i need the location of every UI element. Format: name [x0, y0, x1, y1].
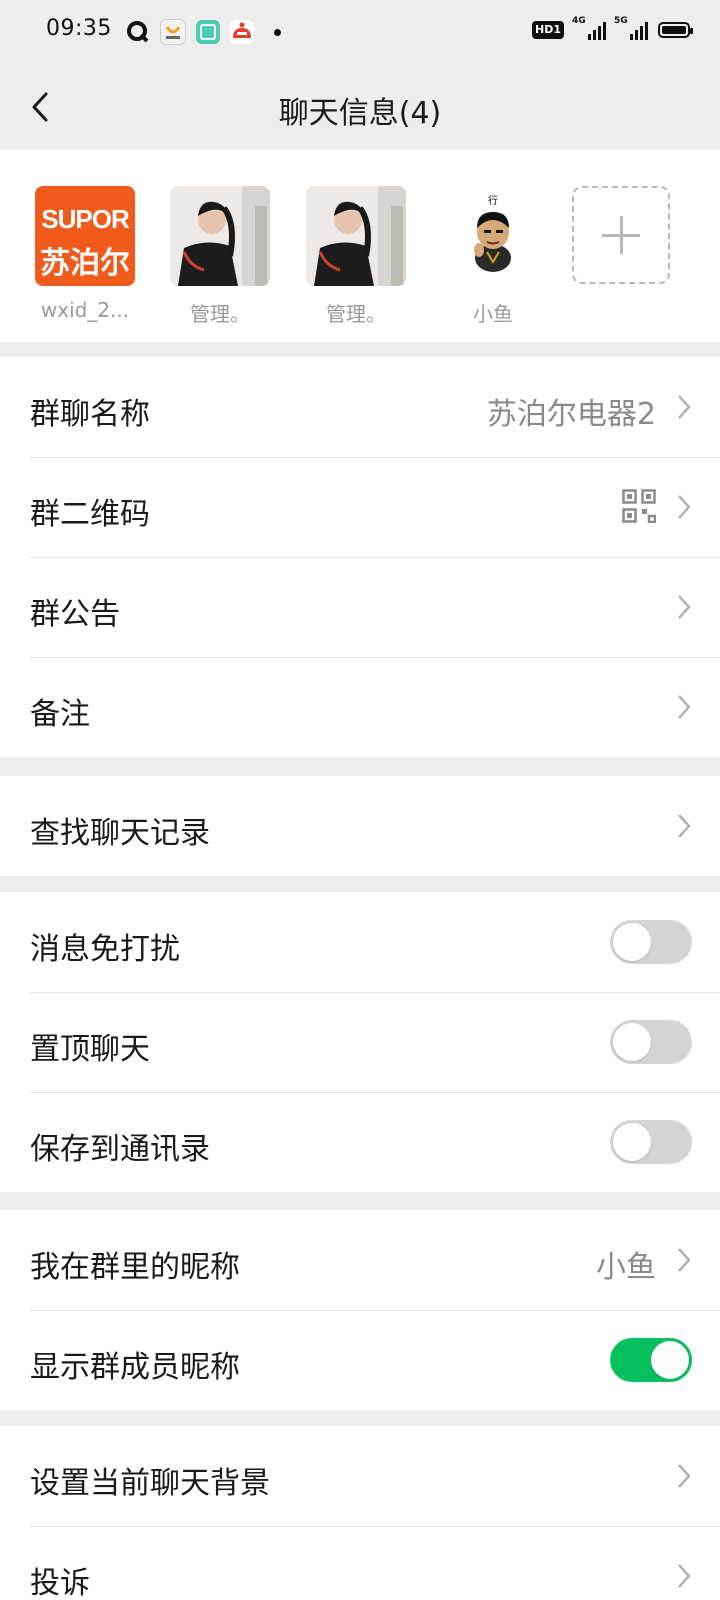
complain-label: 投诉 [30, 1566, 90, 1600]
chat-background-label: 设置当前聊天背景 [30, 1466, 270, 1501]
settings-group-misc: 设置当前聊天背景 投诉 [0, 1426, 720, 1600]
member-grid: SUPOR 苏泊尔 wxid_2... 管理。 管理。 行 小鱼 [0, 150, 720, 342]
pin-chat-label: 置顶聊天 [30, 1032, 150, 1067]
chevron-right-icon [678, 395, 691, 419]
save-contacts-toggle[interactable] [610, 1120, 692, 1164]
status-bar: 09:35 HD1 4G 5G [0, 0, 720, 64]
member-name: 小鱼 [473, 302, 513, 326]
show-nickname-label: 显示群成员昵称 [30, 1350, 240, 1385]
chat-background-row[interactable]: 设置当前聊天背景 [0, 1426, 720, 1526]
group-qrcode-row[interactable]: 群二维码 [0, 457, 720, 557]
member-name: 管理。 [326, 302, 386, 326]
pin-chat-toggle[interactable] [610, 1020, 692, 1064]
settings-group-nickname: 我在群里的昵称 小鱼 显示群成员昵称 [0, 1210, 720, 1410]
chevron-right-icon [678, 1464, 691, 1488]
save-contacts-row: 保存到通讯录 [0, 1092, 720, 1192]
group-notice-label: 群公告 [30, 597, 120, 632]
mute-label: 消息免打扰 [30, 932, 180, 967]
red-app-icon [230, 20, 254, 44]
add-member-button[interactable] [572, 186, 672, 284]
member-name: 管理。 [190, 302, 250, 326]
group-name-label: 群聊名称 [30, 397, 150, 432]
my-nickname-label: 我在群里的昵称 [30, 1250, 240, 1285]
show-nickname-row: 显示群成员昵称 [0, 1310, 720, 1410]
chevron-right-icon [678, 695, 691, 719]
battery-icon [658, 22, 693, 38]
signal-5g-icon: 5G [614, 16, 648, 40]
chevron-right-icon [678, 814, 691, 838]
save-contacts-label: 保存到通讯录 [30, 1132, 210, 1167]
my-nickname-value: 小鱼 [596, 1250, 656, 1285]
mute-row: 消息免打扰 [0, 892, 720, 992]
status-app-icons [126, 19, 281, 45]
signal-4g-icon: 4G [572, 16, 606, 40]
nav-bar: 聊天信息(4) [0, 64, 720, 150]
remark-row[interactable]: 备注 [0, 657, 720, 757]
member-item[interactable]: 管理。 [170, 186, 270, 327]
search-history-label: 查找聊天记录 [30, 816, 210, 851]
member-name: wxid_2... [40, 298, 130, 322]
plus-icon [572, 186, 670, 284]
q-app-icon [126, 20, 150, 44]
cartoon-avatar: 行 [443, 186, 543, 286]
pin-chat-row: 置顶聊天 [0, 992, 720, 1092]
settings-group-toggles: 消息免打扰 置顶聊天 保存到通讯录 [0, 892, 720, 1192]
member-item[interactable]: 管理。 [306, 186, 406, 327]
group-qrcode-label: 群二维码 [30, 497, 150, 532]
group-name-row[interactable]: 群聊名称 苏泊尔电器2 [0, 357, 720, 457]
remark-label: 备注 [30, 697, 90, 732]
hd-badge: HD1 [532, 21, 564, 39]
chevron-right-icon [678, 595, 691, 619]
chevron-right-icon [678, 1564, 691, 1588]
photo-avatar [170, 186, 270, 286]
supor-logo-avatar: SUPOR 苏泊尔 [35, 186, 135, 286]
status-right: HD1 4G 5G [532, 16, 693, 40]
qr-code-icon [622, 489, 656, 523]
status-time: 09:35 [46, 16, 112, 41]
member-item[interactable]: 行 小鱼 [443, 186, 543, 327]
page-title: 聊天信息(4) [278, 96, 442, 131]
member-item[interactable]: SUPOR 苏泊尔 wxid_2... [35, 186, 135, 322]
complain-row[interactable]: 投诉 [0, 1526, 720, 1600]
group-name-value: 苏泊尔电器2 [486, 397, 656, 432]
chevron-right-icon [678, 1248, 691, 1272]
photo-avatar [306, 186, 406, 286]
search-history-row[interactable]: 查找聊天记录 [0, 776, 720, 876]
my-nickname-row[interactable]: 我在群里的昵称 小鱼 [0, 1210, 720, 1310]
mute-toggle[interactable] [610, 920, 692, 964]
chevron-right-icon [678, 495, 691, 519]
notification-dot [274, 28, 281, 36]
green-app-icon [196, 20, 220, 44]
show-nickname-toggle[interactable] [610, 1338, 692, 1382]
brand-app-icon [160, 19, 186, 45]
settings-group-info: 群聊名称 苏泊尔电器2 群二维码 群公告 备注 [0, 357, 720, 757]
group-notice-row[interactable]: 群公告 [0, 557, 720, 657]
settings-group-search: 查找聊天记录 [0, 776, 720, 876]
